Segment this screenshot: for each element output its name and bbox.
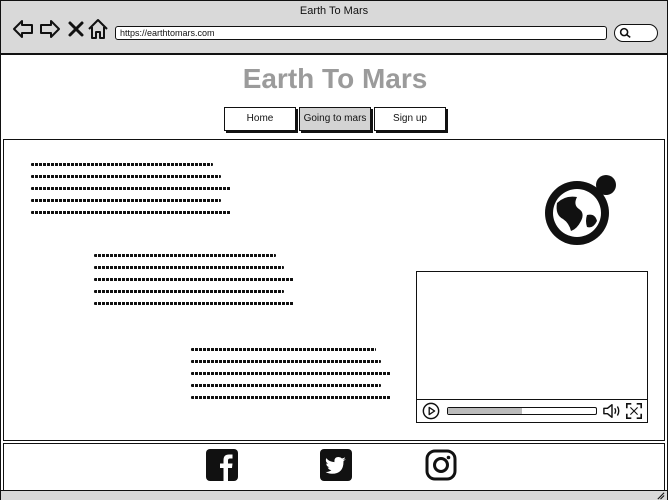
- resize-grip-icon[interactable]: [656, 491, 665, 500]
- fullscreen-icon[interactable]: [625, 402, 643, 420]
- video-controls: [417, 399, 647, 422]
- nav-home-button[interactable]: Home: [224, 107, 296, 131]
- text-block: [94, 254, 294, 314]
- browser-search[interactable]: [614, 24, 658, 42]
- site-title: Earth To Mars: [242, 63, 428, 94]
- close-icon[interactable]: [65, 18, 87, 40]
- twitter-icon[interactable]: [320, 449, 352, 481]
- window-title: Earth To Mars: [299, 5, 369, 17]
- facebook-icon[interactable]: [206, 449, 238, 481]
- play-icon[interactable]: [422, 402, 440, 420]
- nav-going-to-mars-button[interactable]: Going to mars: [299, 107, 371, 131]
- video-progress-bar[interactable]: [447, 407, 597, 415]
- home-icon[interactable]: [87, 18, 109, 40]
- url-bar[interactable]: https://earthtomars.com: [115, 26, 607, 40]
- text-block: [191, 348, 391, 408]
- volume-icon[interactable]: [602, 402, 622, 420]
- browser-window: Earth To Mars https://earthtomars.com Ea…: [0, 0, 668, 500]
- instagram-icon[interactable]: [425, 449, 457, 481]
- browser-statusbar: [1, 490, 667, 500]
- globe-icon: [545, 175, 616, 245]
- forward-arrow-icon[interactable]: [39, 18, 61, 40]
- video-progress-fill: [448, 408, 522, 414]
- search-icon: [619, 27, 631, 39]
- video-player[interactable]: [416, 271, 648, 423]
- text-block: [31, 163, 231, 223]
- browser-titlebar: Earth To Mars https://earthtomars.com: [1, 1, 667, 55]
- nav-sign-up-button[interactable]: Sign up: [374, 107, 446, 131]
- back-arrow-icon[interactable]: [12, 18, 34, 40]
